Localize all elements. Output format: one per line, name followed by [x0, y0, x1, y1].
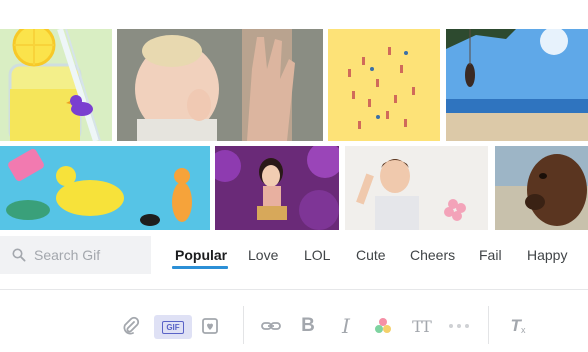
lemonade-image [0, 29, 112, 141]
toolbar-divider [0, 289, 588, 290]
gif-tile-lemonade[interactable] [0, 29, 112, 141]
boy-image [345, 146, 488, 230]
color-button[interactable] [371, 314, 395, 338]
tab-love[interactable]: Love [248, 236, 278, 274]
gif-tile-boy[interactable] [345, 146, 488, 230]
sticker-button[interactable] [198, 314, 222, 338]
ellipsis-icon [449, 324, 469, 328]
hula-image [215, 146, 339, 230]
gif-search-box[interactable] [0, 236, 151, 274]
gif-tile-pool[interactable] [0, 146, 210, 230]
gif-button[interactable]: GIF [154, 315, 192, 339]
baby-image [117, 29, 323, 141]
link-icon [261, 322, 281, 330]
color-palette-icon [375, 318, 391, 333]
gif-tile-dog[interactable] [495, 146, 588, 230]
attach-button[interactable] [119, 314, 143, 338]
clear-format-icon: T [510, 316, 521, 335]
dancers-image [328, 29, 440, 141]
tab-cheers[interactable]: Cheers [410, 236, 455, 274]
clear-format-subscript: x [520, 325, 526, 335]
tab-cute[interactable]: Cute [356, 236, 386, 274]
pool-image [0, 146, 210, 230]
tab-fail[interactable]: Fail [479, 236, 502, 274]
tab-happy[interactable]: Happy [527, 236, 567, 274]
text-size-button[interactable]: TT [407, 314, 435, 338]
search-input[interactable] [34, 247, 144, 263]
gif-tile-beach[interactable] [446, 29, 588, 141]
sticker-icon [202, 318, 218, 334]
active-tab-indicator [172, 266, 228, 269]
toolbar-separator-1 [243, 306, 244, 344]
clear-format-button[interactable]: T x [504, 314, 532, 338]
italic-button[interactable]: I [334, 314, 358, 338]
paperclip-icon [123, 316, 140, 335]
beach-image [446, 29, 588, 141]
more-button[interactable] [447, 314, 471, 338]
gif-tile-dancers[interactable] [328, 29, 440, 141]
gif-tile-hula[interactable] [215, 146, 339, 230]
dog-image [495, 146, 588, 230]
search-icon [12, 248, 26, 262]
bold-button[interactable]: B [296, 314, 320, 338]
toolbar-separator-2 [488, 306, 489, 344]
tab-lol[interactable]: LOL [304, 236, 330, 274]
gif-tile-baby[interactable] [117, 29, 323, 141]
link-button[interactable] [259, 314, 283, 338]
gif-icon: GIF [162, 320, 184, 334]
